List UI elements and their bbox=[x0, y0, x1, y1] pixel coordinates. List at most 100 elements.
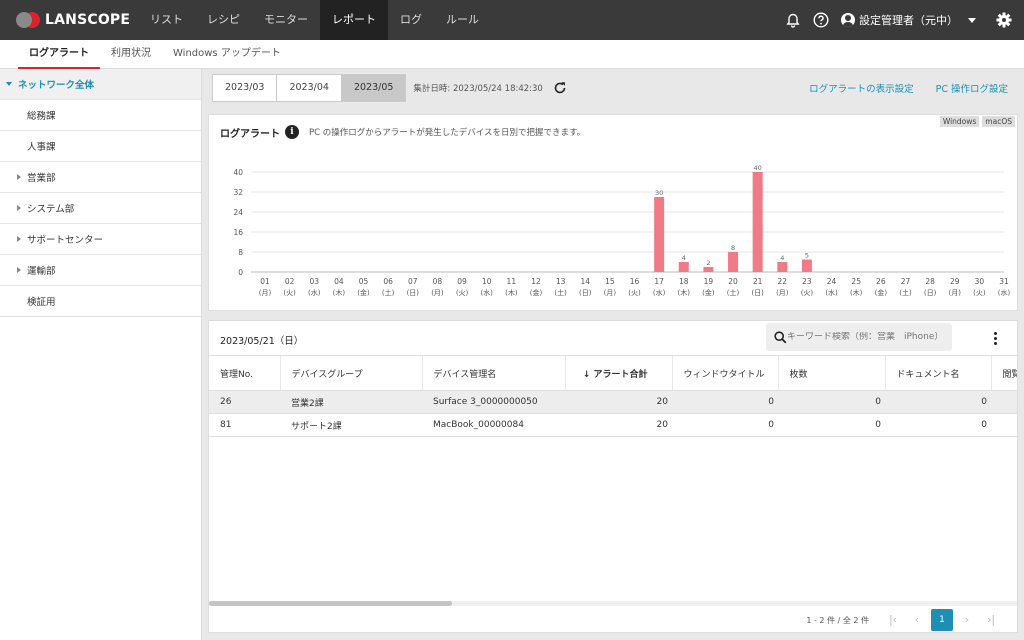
col-header-management-no[interactable]: 管理No. bbox=[209, 355, 280, 391]
x-tick-label: 25 bbox=[851, 277, 861, 286]
x-tick-weekday-label: (土) bbox=[899, 288, 912, 297]
x-tick-label: 24 bbox=[827, 277, 837, 286]
bar-value-label: 5 bbox=[805, 252, 809, 260]
more-options-icon[interactable] bbox=[990, 330, 1000, 346]
sidebar-item-system[interactable]: システム部 bbox=[0, 193, 201, 224]
daily-alert-bar-chart: 081624324001(月)02(火)03(水)04(木)05(金)06(土)… bbox=[233, 164, 1010, 297]
sidebar-item-label: サポートセンター bbox=[27, 235, 104, 246]
x-tick-weekday-label: (火) bbox=[628, 289, 641, 297]
current-page-button[interactable]: 1 bbox=[931, 609, 953, 631]
x-tick-label: 22 bbox=[778, 277, 788, 286]
cell-document-name: 0 bbox=[885, 390, 991, 414]
x-tick-weekday-label: (月) bbox=[431, 289, 444, 297]
table-row[interactable]: 26 営業2課 Surface 3_0000000050 20 0 0 0 bbox=[209, 390, 1017, 414]
cell-device-group: 営業2課 bbox=[280, 390, 422, 414]
month-tab-2023-03[interactable]: 2023/03 bbox=[212, 74, 278, 102]
x-tick-weekday-label: (土) bbox=[382, 288, 395, 297]
bar bbox=[703, 267, 714, 272]
expand-triangle-icon[interactable] bbox=[17, 205, 21, 211]
sidebar-item-network-all[interactable]: ネットワーク全体 bbox=[0, 69, 201, 100]
main-nav: リスト レシピ モニター レポート ログ ルール bbox=[138, 0, 491, 40]
cell-device-name[interactable]: Surface 3_0000000050 bbox=[422, 390, 565, 414]
scrollbar-thumb[interactable] bbox=[209, 601, 452, 606]
bar bbox=[777, 262, 788, 272]
x-tick-weekday-label: (水) bbox=[480, 288, 493, 297]
nav-item-recipe[interactable]: レシピ bbox=[195, 0, 252, 40]
gear-icon[interactable] bbox=[990, 0, 1018, 40]
col-header-alert-total[interactable]: ↓ アラート合計 bbox=[564, 355, 672, 391]
expand-triangle-icon[interactable] bbox=[17, 174, 21, 180]
bar-value-label: 40 bbox=[754, 164, 762, 172]
x-tick-weekday-label: (月) bbox=[259, 289, 272, 297]
log-alert-chart-card: ログアラート i PC の操作ログからアラートが発生したデバイスを日別で把握でき… bbox=[208, 114, 1018, 311]
x-tick-label: 26 bbox=[876, 277, 886, 286]
display-settings-link[interactable]: ログアラートの表示設定 bbox=[809, 81, 914, 95]
os-tag-windows[interactable]: Windows bbox=[939, 116, 980, 127]
nav-item-rule[interactable]: ルール bbox=[434, 0, 491, 40]
help-icon[interactable] bbox=[807, 0, 835, 40]
search-input[interactable] bbox=[787, 332, 947, 342]
user-menu[interactable]: 設定管理者（元中） bbox=[841, 12, 986, 28]
bell-icon[interactable] bbox=[779, 0, 807, 40]
table-row[interactable]: 81 サポート2課 MacBook_00000084 20 0 0 0 bbox=[209, 413, 1017, 437]
prev-page-icon[interactable]: ‹ bbox=[909, 609, 925, 631]
next-page-icon[interactable]: › bbox=[959, 609, 975, 631]
horizontal-scrollbar[interactable] bbox=[209, 601, 1017, 606]
x-tick-weekday-label: (日) bbox=[924, 289, 937, 297]
cell-document-name: 0 bbox=[885, 413, 991, 437]
x-tick-weekday-label: (火) bbox=[283, 289, 296, 297]
x-tick-label: 06 bbox=[383, 277, 393, 286]
sidebar-item-general-affairs[interactable]: 総務課 bbox=[0, 100, 201, 131]
alert-table: 管理No. デバイスグループ デバイス管理名 ↓ アラート合計 ウィンドウタイト… bbox=[209, 355, 1017, 437]
y-tick-label: 40 bbox=[233, 168, 243, 177]
cell-management-no: 81 bbox=[209, 413, 280, 437]
x-tick-weekday-label: (火) bbox=[801, 289, 814, 297]
cell-window-title: 0 bbox=[672, 413, 778, 437]
nav-item-monitor[interactable]: モニター bbox=[252, 0, 320, 40]
y-tick-label: 0 bbox=[238, 268, 243, 277]
x-tick-weekday-label: (火) bbox=[456, 289, 469, 297]
x-tick-label: 17 bbox=[654, 277, 664, 286]
col-header-browse[interactable]: 閲覧 bbox=[990, 355, 1017, 391]
col-header-device-group[interactable]: デバイスグループ bbox=[279, 355, 422, 391]
expand-triangle-icon[interactable] bbox=[17, 236, 21, 242]
x-tick-weekday-label: (木) bbox=[678, 288, 691, 297]
info-icon[interactable]: i bbox=[285, 125, 299, 139]
col-header-document-name[interactable]: ドキュメント名 bbox=[884, 355, 991, 391]
cell-device-group: サポート2課 bbox=[280, 413, 422, 437]
cell-pages: 0 bbox=[778, 390, 885, 414]
nav-item-report[interactable]: レポート bbox=[320, 0, 388, 40]
cell-device-name[interactable]: MacBook_00000084 bbox=[422, 413, 565, 437]
sidebar-item-label: 総務課 bbox=[27, 111, 56, 122]
col-header-pages[interactable]: 枚数 bbox=[777, 355, 885, 391]
pager-info: 1 - 2 件 / 全 2 件 bbox=[806, 615, 869, 625]
pc-log-settings-link[interactable]: PC 操作ログ設定 bbox=[936, 81, 1008, 95]
search-box[interactable] bbox=[766, 323, 952, 351]
refresh-icon[interactable] bbox=[553, 81, 567, 95]
bar-value-label: 4 bbox=[780, 254, 784, 262]
month-tab-2023-05[interactable]: 2023/05 bbox=[340, 74, 407, 102]
x-tick-label: 31 bbox=[999, 277, 1009, 286]
sidebar-item-support-center[interactable]: サポートセンター bbox=[0, 224, 201, 255]
aggregate-time: 集計日時: 2023/05/24 18:42:30 bbox=[413, 84, 543, 94]
expand-triangle-icon[interactable] bbox=[6, 82, 12, 86]
nav-item-list[interactable]: リスト bbox=[138, 0, 195, 40]
sidebar-item-sales[interactable]: 営業部 bbox=[0, 162, 201, 193]
os-tag-macos[interactable]: macOS bbox=[982, 116, 1015, 127]
first-page-icon[interactable]: |‹ bbox=[885, 609, 901, 631]
x-tick-label: 28 bbox=[925, 277, 935, 286]
tab-log-alert[interactable]: ログアラート bbox=[18, 40, 100, 69]
col-header-window-title[interactable]: ウィンドウタイトル bbox=[671, 355, 778, 391]
lanscope-logo[interactable]: LANSCOPE bbox=[16, 11, 130, 29]
sidebar-item-transport[interactable]: 運輸部 bbox=[0, 255, 201, 286]
col-header-device-name[interactable]: デバイス管理名 bbox=[421, 355, 565, 391]
y-tick-label: 8 bbox=[238, 248, 243, 257]
sidebar-item-hr[interactable]: 人事課 bbox=[0, 131, 201, 162]
tab-windows-update[interactable]: Windows アップデート bbox=[162, 40, 292, 68]
last-page-icon[interactable]: ›| bbox=[983, 609, 999, 631]
nav-item-log[interactable]: ログ bbox=[388, 0, 434, 40]
sidebar-item-verification[interactable]: 検証用 bbox=[0, 286, 201, 317]
tab-usage[interactable]: 利用状況 bbox=[100, 40, 162, 68]
expand-triangle-icon[interactable] bbox=[17, 267, 21, 273]
month-tab-2023-04[interactable]: 2023/04 bbox=[276, 74, 342, 102]
